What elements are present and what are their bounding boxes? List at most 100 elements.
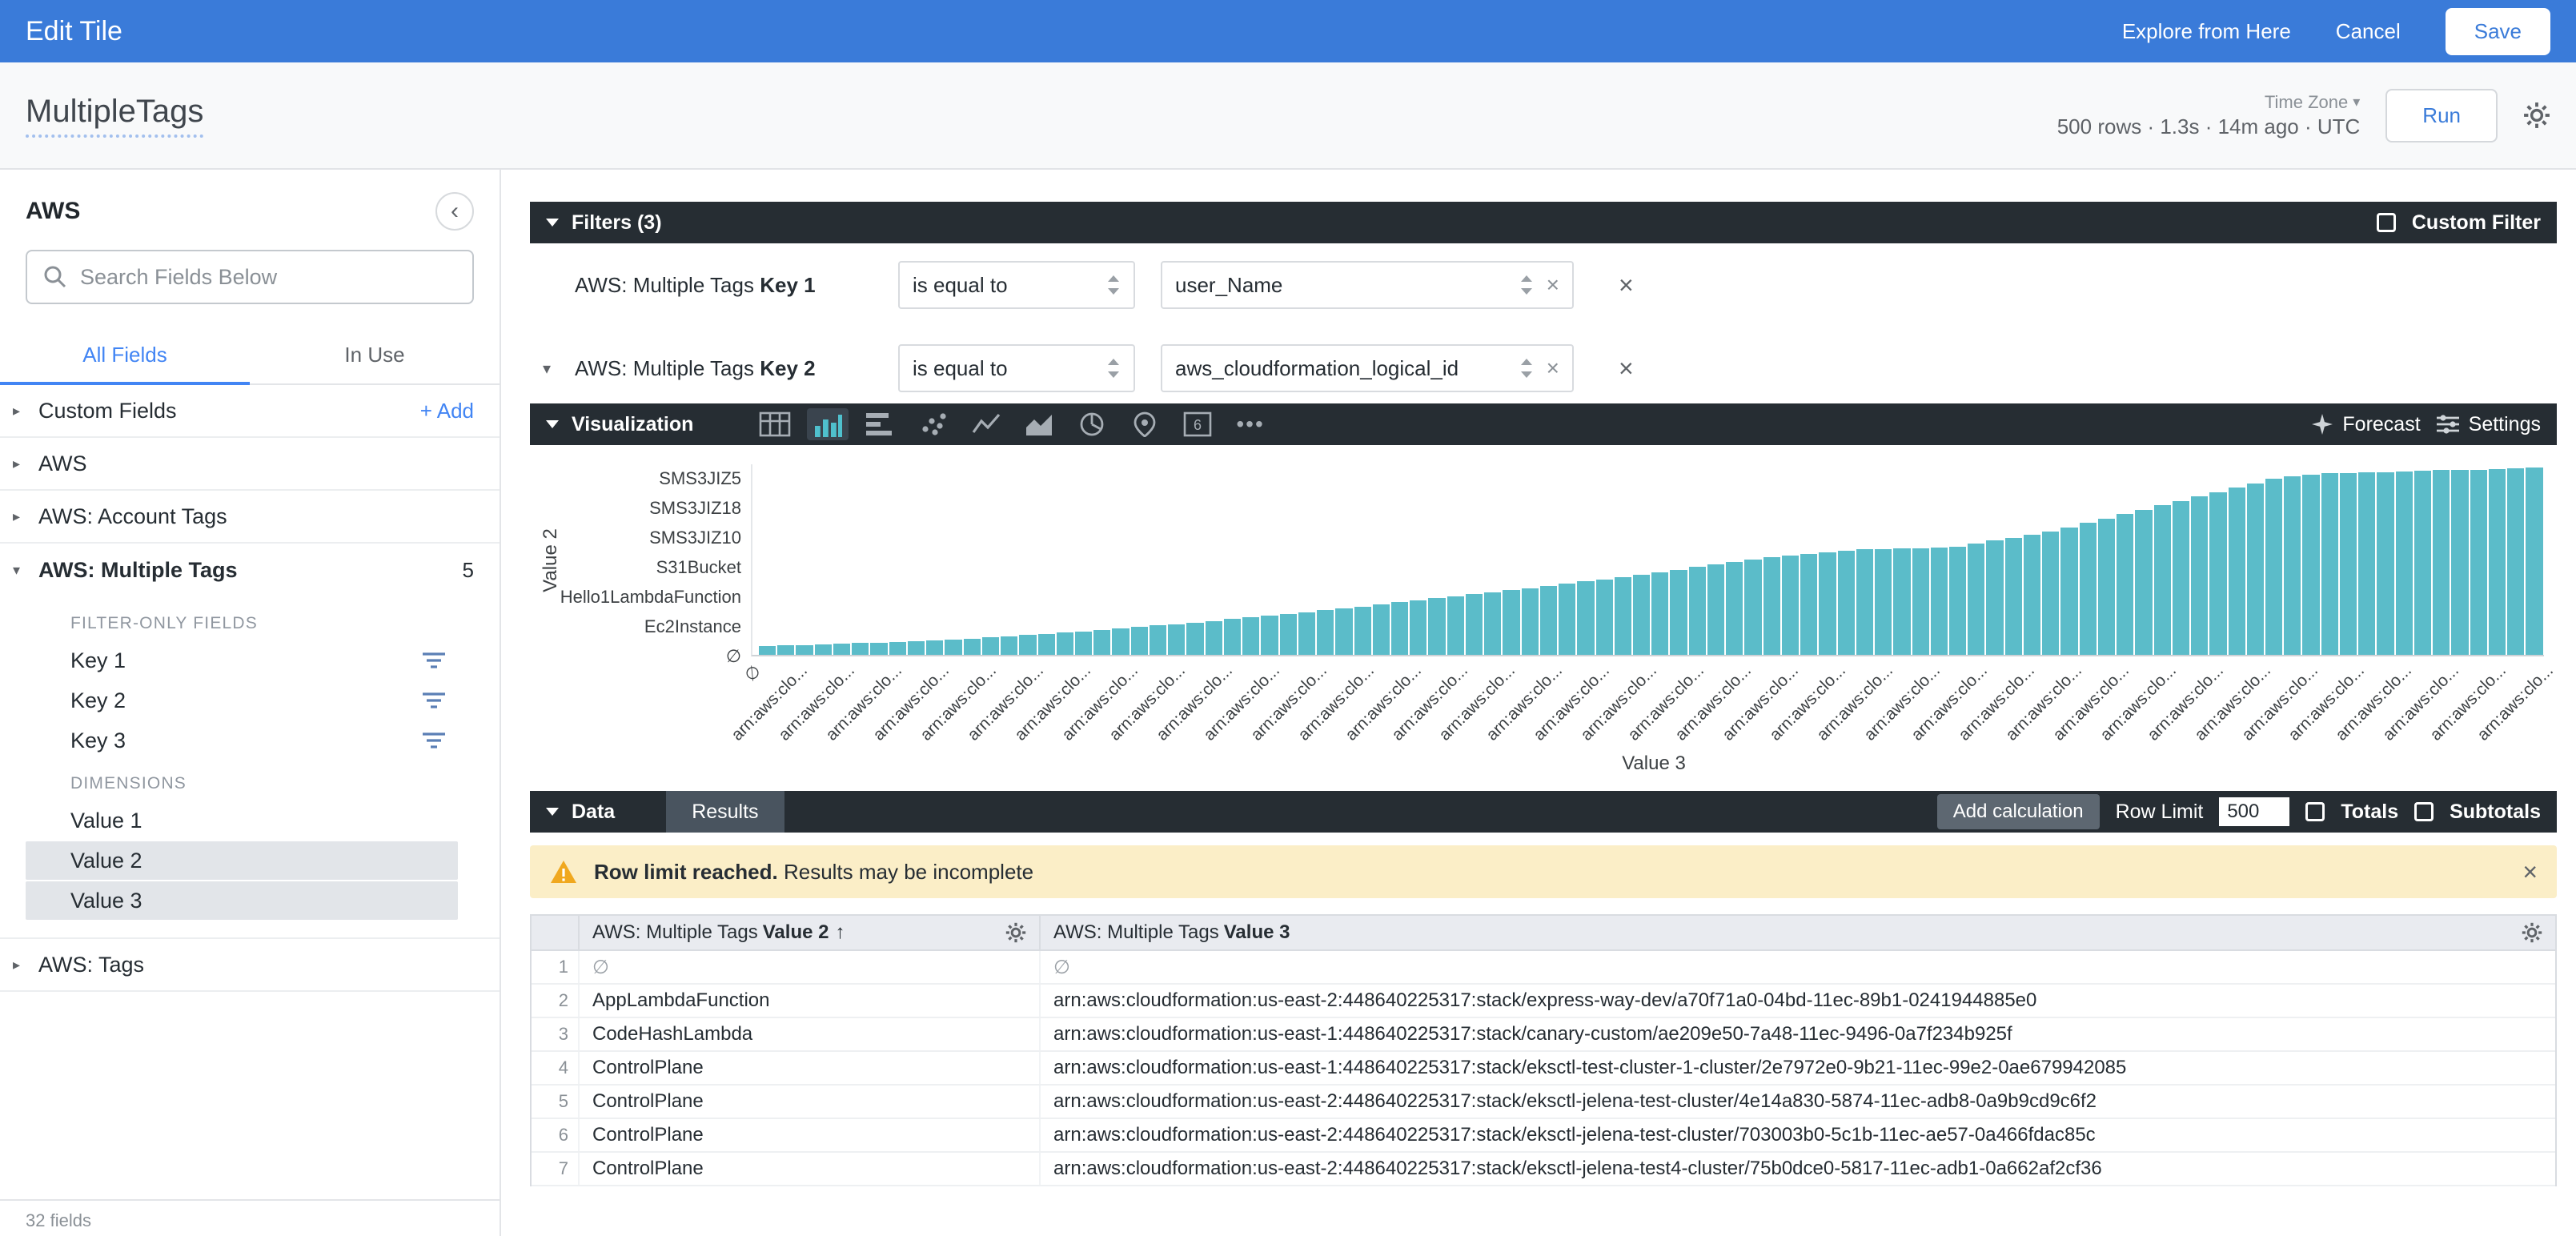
- chart-bar[interactable]: [1522, 588, 1539, 655]
- chart-bar[interactable]: [1893, 548, 1910, 655]
- cell-value3[interactable]: arn:aws:cloudformation:us-east-1:4486402…: [1041, 1018, 2555, 1050]
- chart-bar[interactable]: [2098, 519, 2115, 655]
- viz-scatter-icon[interactable]: [913, 408, 954, 440]
- column-header-value3[interactable]: AWS: Multiple TagsValue 3: [1041, 916, 2555, 949]
- chart-bar[interactable]: [1615, 577, 1631, 655]
- cell-value2[interactable]: ControlPlane: [580, 1119, 1041, 1151]
- cell-value2[interactable]: AppLambdaFunction: [580, 985, 1041, 1017]
- chart-bar[interactable]: [1335, 608, 1352, 655]
- viz-line-icon[interactable]: [965, 408, 1007, 440]
- tab-results[interactable]: Results: [666, 791, 784, 833]
- chart-bar[interactable]: [1224, 619, 1241, 655]
- chart-bar[interactable]: [2191, 496, 2208, 655]
- chart-bar[interactable]: [1428, 598, 1445, 655]
- chart-bar[interactable]: [2247, 484, 2264, 655]
- sidebar-group-aws[interactable]: ▸ AWS: [0, 438, 500, 491]
- chart-bar[interactable]: [2451, 470, 2468, 655]
- field-value-3[interactable]: Value 3: [26, 881, 458, 920]
- cell-value2[interactable]: ControlPlane: [580, 1052, 1041, 1084]
- chart-bar[interactable]: [777, 645, 794, 655]
- cell-value2[interactable]: ∅: [580, 951, 1041, 983]
- chart-bar[interactable]: [1559, 584, 1575, 655]
- field-value-2[interactable]: Value 2: [26, 841, 458, 880]
- chart-bar[interactable]: [1763, 557, 1780, 655]
- chart-bar[interactable]: [1986, 540, 2003, 655]
- chart-bar[interactable]: [1019, 635, 1036, 655]
- chart-bar[interactable]: [1038, 634, 1055, 655]
- cell-value3[interactable]: ∅: [1041, 951, 2555, 983]
- chart-bar[interactable]: [1689, 567, 1706, 655]
- query-settings-gear-button[interactable]: [2523, 102, 2550, 129]
- chart-bar[interactable]: [815, 644, 832, 655]
- chart-bar[interactable]: [1168, 624, 1185, 655]
- row-limit-input[interactable]: [2219, 797, 2289, 826]
- chart-bar[interactable]: [1800, 554, 1817, 655]
- table-row[interactable]: 5ControlPlanearn:aws:cloudformation:us-e…: [532, 1086, 2555, 1119]
- explore-from-here-button[interactable]: Explore from Here: [2122, 19, 2291, 44]
- table-row[interactable]: 3CodeHashLambdaarn:aws:cloudformation:us…: [532, 1018, 2555, 1052]
- chart-bar[interactable]: [2340, 473, 2357, 655]
- field-key-2[interactable]: Key 2: [26, 681, 458, 720]
- chart-bar[interactable]: [889, 642, 906, 655]
- filter-value-select[interactable]: user_Name ×: [1161, 261, 1574, 309]
- chart-bar[interactable]: [1298, 612, 1315, 655]
- viz-pie-icon[interactable]: [1071, 408, 1113, 440]
- chart-bar[interactable]: [2526, 468, 2542, 655]
- cell-value3[interactable]: arn:aws:cloudformation:us-east-2:4486402…: [1041, 1086, 2555, 1118]
- chart-bar[interactable]: [2154, 505, 2171, 655]
- chart-bar[interactable]: [982, 637, 999, 655]
- chart-bar[interactable]: [2358, 472, 2375, 655]
- run-button[interactable]: Run: [2385, 89, 2498, 142]
- table-row[interactable]: 2AppLambdaFunctionarn:aws:cloudformation…: [532, 985, 2555, 1018]
- column-gear-button[interactable]: [2522, 922, 2542, 943]
- data-panel-header[interactable]: Data Results Add calculation Row Limit T…: [530, 791, 2557, 833]
- chart-bar[interactable]: [1057, 632, 1073, 655]
- cell-value3[interactable]: arn:aws:cloudformation:us-east-2:4486402…: [1041, 1153, 2555, 1185]
- field-search-box[interactable]: [26, 250, 474, 304]
- chart-bar[interactable]: [2414, 471, 2431, 655]
- remove-filter-icon[interactable]: ×: [1619, 355, 1634, 381]
- save-button[interactable]: Save: [2446, 8, 2550, 55]
- chart-bar[interactable]: [1819, 552, 1836, 655]
- filters-panel-header[interactable]: Filters (3) Custom Filter: [530, 202, 2557, 243]
- chart-bar[interactable]: [2060, 528, 2077, 655]
- chart-bar[interactable]: [1112, 628, 1129, 655]
- clear-value-icon[interactable]: ×: [1547, 357, 1559, 379]
- chart-bar[interactable]: [1540, 586, 1557, 655]
- chart-bar[interactable]: [1726, 562, 1743, 655]
- filter-operator-select[interactable]: is equal to: [898, 261, 1135, 309]
- viz-map-icon[interactable]: [1124, 408, 1166, 440]
- chart-bar[interactable]: [1001, 636, 1017, 655]
- column-header-value2[interactable]: AWS: Multiple TagsValue 2↑: [580, 916, 1041, 949]
- subtotals-checkbox[interactable]: [2414, 802, 2434, 821]
- chart-bar[interactable]: [1912, 548, 1929, 655]
- timezone-selector[interactable]: Time Zone ▾: [2265, 92, 2360, 113]
- chart-bar[interactable]: [2321, 473, 2338, 655]
- chart-bar[interactable]: [1484, 592, 1501, 655]
- chart-bar[interactable]: [1280, 614, 1297, 655]
- collapse-sidebar-button[interactable]: ‹: [435, 192, 474, 231]
- chart-bar[interactable]: [1242, 617, 1259, 655]
- filter-icon[interactable]: [423, 652, 445, 668]
- cell-value2[interactable]: ControlPlane: [580, 1153, 1041, 1185]
- chart-bar[interactable]: [1949, 547, 1966, 655]
- filter-icon[interactable]: [423, 732, 445, 748]
- chart-bar[interactable]: [1447, 596, 1464, 655]
- chart-bar[interactable]: [2302, 475, 2319, 655]
- chart-bar[interactable]: [1261, 616, 1278, 655]
- chart-bar[interactable]: [1354, 607, 1371, 655]
- viz-single-value-icon[interactable]: 6: [1177, 408, 1218, 440]
- chart-bar[interactable]: [964, 639, 981, 656]
- cell-value3[interactable]: arn:aws:cloudformation:us-east-2:4486402…: [1041, 1119, 2555, 1151]
- chart-bar[interactable]: [2117, 514, 2133, 655]
- chart-bar[interactable]: [1838, 551, 1855, 655]
- viz-table-icon[interactable]: [754, 408, 796, 440]
- chart-bar[interactable]: [2135, 510, 2152, 655]
- chart-bar[interactable]: [759, 646, 776, 655]
- chart-bar[interactable]: [2024, 535, 2040, 655]
- chart-bar[interactable]: [1931, 548, 1948, 655]
- chart-bar[interactable]: [2080, 523, 2097, 655]
- column-gear-button[interactable]: [1005, 922, 1026, 943]
- cell-value3[interactable]: arn:aws:cloudformation:us-east-1:4486402…: [1041, 1052, 2555, 1084]
- chart-bar[interactable]: [1391, 602, 1408, 655]
